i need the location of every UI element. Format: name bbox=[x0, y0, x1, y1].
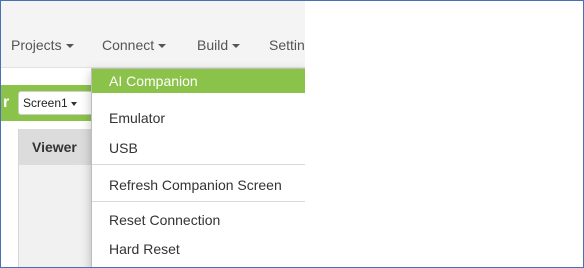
menu-item-hard-reset[interactable]: Hard Reset bbox=[92, 237, 305, 261]
top-menubar: Projects Connect Build Settin bbox=[1, 1, 305, 68]
app-window: Projects Connect Build Settin r Screen1 … bbox=[1, 1, 305, 267]
menu-item-usb[interactable]: USB bbox=[92, 136, 305, 160]
menu-build-label: Build bbox=[197, 37, 229, 53]
chevron-down-icon bbox=[232, 44, 241, 49]
menu-divider bbox=[92, 201, 305, 202]
menu-settings[interactable]: Settin bbox=[269, 37, 305, 53]
menu-settings-label: Settin bbox=[269, 37, 305, 53]
menu-connect-label: Connect bbox=[102, 37, 155, 53]
menu-item-reset-connection[interactable]: Reset Connection bbox=[92, 208, 305, 232]
screen-select-value: Screen1 bbox=[23, 96, 68, 110]
menu-item-ai-companion[interactable]: AI Companion bbox=[92, 69, 305, 93]
menu-connect[interactable]: Connect bbox=[102, 37, 167, 53]
screen-select[interactable]: Screen1 bbox=[18, 91, 94, 115]
menu-item-refresh-companion-screen[interactable]: Refresh Companion Screen bbox=[92, 173, 305, 197]
menu-divider bbox=[92, 164, 305, 165]
connect-dropdown-menu: AI Companion Emulator USB Refresh Compan… bbox=[91, 68, 305, 267]
chevron-down-icon bbox=[65, 44, 74, 49]
menu-projects-label: Projects bbox=[11, 37, 62, 53]
menu-projects[interactable]: Projects bbox=[11, 37, 74, 53]
menu-item-emulator[interactable]: Emulator bbox=[92, 106, 305, 130]
viewer-title: Viewer bbox=[32, 139, 77, 155]
menu-build[interactable]: Build bbox=[197, 37, 241, 53]
chevron-down-icon bbox=[158, 44, 167, 49]
toolbar-title-fragment: r bbox=[3, 94, 10, 111]
chevron-down-icon bbox=[70, 101, 77, 106]
